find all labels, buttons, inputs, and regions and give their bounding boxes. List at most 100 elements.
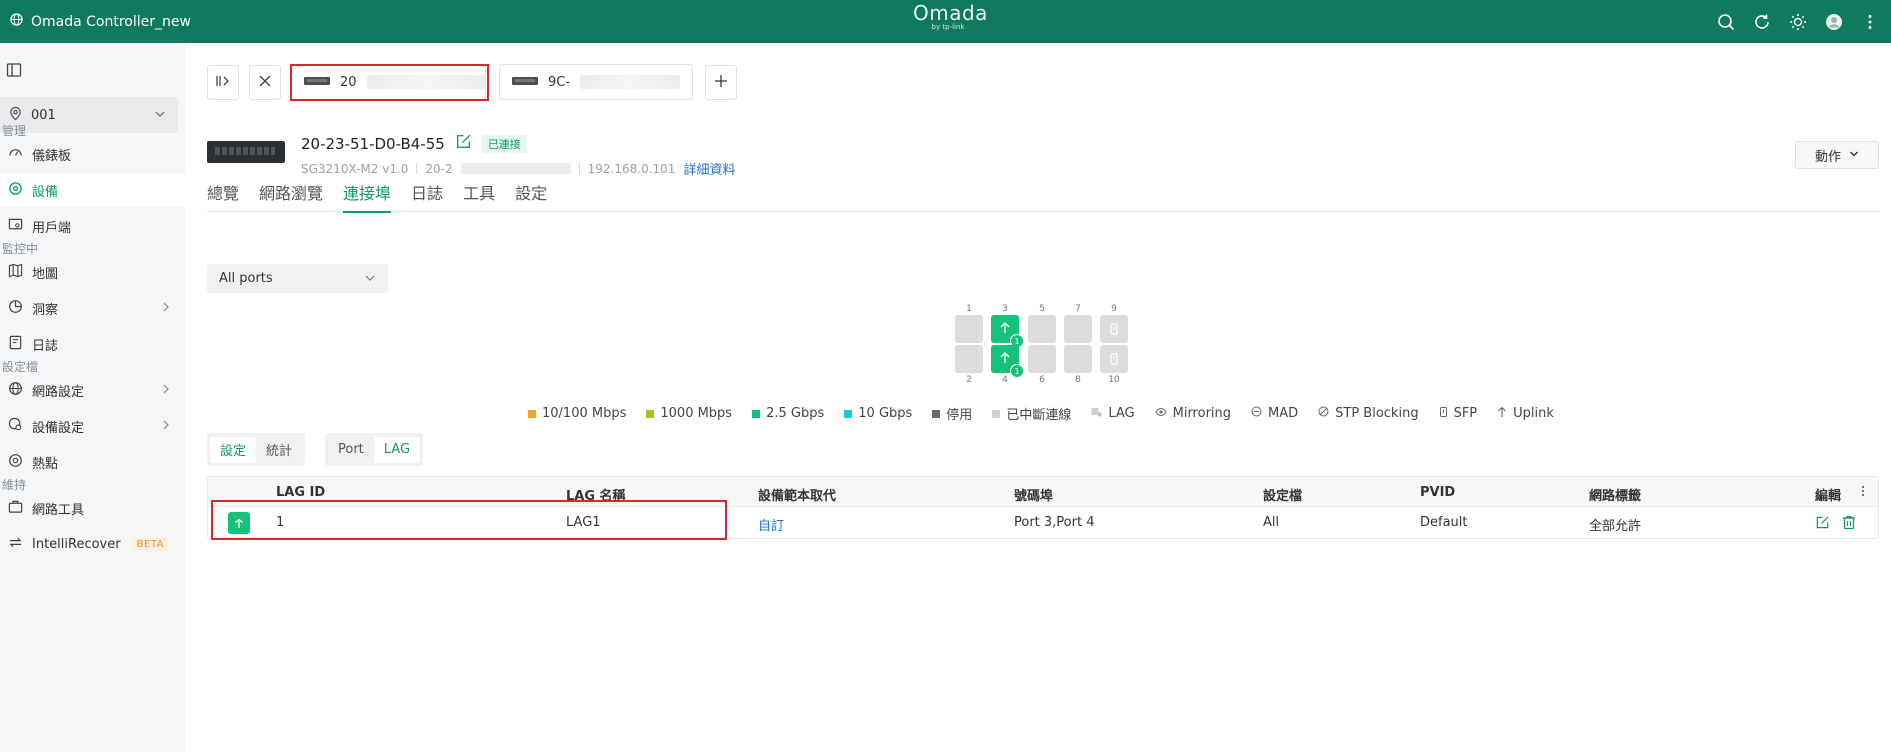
tab-tools[interactable]: 工具: [463, 172, 507, 212]
port-number: 8: [1075, 375, 1081, 385]
legend-item: 2.5 Gbps: [752, 406, 824, 421]
legend-item: 停用: [932, 404, 972, 423]
view-mode-toggle: 設定 統計: [207, 433, 306, 466]
sidebar-item-label: 用戶端: [32, 220, 72, 236]
close-tab-button[interactable]: [249, 65, 281, 100]
port-9[interactable]: [1100, 315, 1128, 343]
search-icon[interactable]: [1717, 13, 1735, 31]
sidebar-item-dashboard[interactable]: 儀錶板: [0, 137, 185, 171]
port-10[interactable]: [1100, 345, 1128, 373]
segment-port[interactable]: Port: [328, 437, 374, 463]
legend-item: 10/100 Mbps: [528, 406, 626, 421]
port-8[interactable]: [1064, 345, 1092, 373]
legend-item: 1000 Mbps: [646, 406, 732, 421]
expand-panel-button[interactable]: [207, 65, 239, 100]
legend-item: MAD: [1251, 406, 1298, 421]
column-header: LAG ID: [276, 485, 326, 500]
port-6[interactable]: [1028, 345, 1056, 373]
sidebar-item-device-settings[interactable]: 設備設定: [0, 409, 185, 443]
device-tab-2[interactable]: 9C-: [499, 64, 693, 100]
close-icon: [258, 74, 272, 92]
beta-badge: BETA: [131, 537, 169, 551]
port-number: 5: [1039, 304, 1045, 314]
segment-settings[interactable]: 設定: [210, 436, 257, 463]
legend-item: SFP: [1439, 406, 1477, 422]
port-7[interactable]: [1064, 315, 1092, 343]
delete-trash-icon[interactable]: [1842, 515, 1856, 534]
chevron-down-icon: [154, 108, 166, 124]
port-5[interactable]: [1028, 315, 1056, 343]
cell-network-tag: 全部允許: [1589, 519, 1642, 534]
sidebar-item-clients[interactable]: 用戶端: [0, 209, 185, 243]
redacted-text: [580, 75, 681, 89]
legend-item: STP Blocking: [1318, 406, 1419, 421]
sidebar-item-network-settings[interactable]: 網路設定: [0, 373, 185, 407]
sidebar-item-intellirecover[interactable]: IntelliRecover BETA: [0, 527, 185, 561]
map-icon: [8, 263, 23, 282]
pie-chart-icon: [8, 299, 23, 318]
site-name: 001: [31, 107, 56, 123]
tab-settings[interactable]: 設定: [515, 172, 559, 212]
legend-item: 已中斷連線: [992, 404, 1071, 423]
port-number: 1: [966, 304, 972, 314]
toolbox-icon: [8, 499, 23, 518]
port-number: 7: [1075, 304, 1081, 314]
cell-ports: Port 3,Port 4: [1014, 515, 1095, 530]
uplink-arrow-icon: [998, 321, 1012, 339]
port-2[interactable]: [955, 345, 983, 373]
sfp-icon: [1109, 322, 1119, 340]
add-tab-button[interactable]: [705, 65, 737, 100]
cell-template-link[interactable]: 自訂: [758, 515, 784, 534]
chevron-down-icon: [364, 272, 376, 288]
theme-sun-icon[interactable]: [1789, 13, 1807, 31]
sidebar-item-logs[interactable]: 日誌: [0, 327, 185, 361]
sfp-icon: [1109, 352, 1119, 370]
tab-logs[interactable]: 日誌: [411, 172, 455, 212]
site-selector[interactable]: 001: [0, 97, 178, 133]
app-title: Omada Controller_new: [31, 13, 191, 30]
sidebar-item-label: 網路工具: [32, 502, 85, 518]
port-filter-value: All ports: [219, 271, 273, 286]
edit-icon[interactable]: [1815, 515, 1830, 534]
chevron-right-icon: [161, 419, 171, 435]
port-number: 6: [1039, 375, 1045, 385]
port-1[interactable]: [955, 315, 983, 343]
port-3[interactable]: 1: [991, 315, 1024, 348]
segment-lag[interactable]: LAG: [373, 436, 421, 463]
log-document-icon: [8, 335, 23, 354]
more-vertical-icon[interactable]: [1861, 13, 1879, 31]
tab-overview[interactable]: 總覽: [207, 172, 251, 212]
lag-icon: [1091, 406, 1103, 421]
action-dropdown-button[interactable]: 動作: [1795, 141, 1879, 169]
port-lag-toggle: Port LAG: [325, 433, 424, 466]
highlight-box-row: [211, 500, 727, 540]
eye-icon: [1155, 406, 1167, 421]
tab-ports[interactable]: 連接埠: [343, 172, 403, 213]
port-number: 9: [1111, 304, 1117, 314]
column-header: 設備範本取代: [758, 489, 837, 504]
sidebar-item-map[interactable]: 地圖: [0, 255, 185, 289]
sidebar-collapse-icon[interactable]: [6, 62, 22, 78]
port-filter-select[interactable]: All ports: [207, 264, 388, 293]
sidebar-item-network-tools[interactable]: 網路工具: [0, 491, 185, 525]
port-number: 3: [1002, 304, 1008, 314]
column-header: PVID: [1420, 485, 1456, 500]
sidebar-item-devices[interactable]: 設備: [0, 173, 185, 207]
sidebar-item-insights[interactable]: 洞察: [0, 291, 185, 325]
app-title-area[interactable]: Omada Controller_new: [10, 0, 191, 43]
port-4[interactable]: 1: [991, 345, 1024, 378]
logo-main: Omada: [913, 1, 988, 25]
avatar-icon[interactable]: [1825, 13, 1843, 31]
edit-icon[interactable]: [455, 133, 472, 154]
tab-network-browse[interactable]: 網路瀏覽: [259, 172, 335, 212]
sidebar-item-label: 地圖: [32, 266, 59, 282]
cell-profile: All: [1263, 515, 1280, 530]
segment-statistics[interactable]: 統計: [256, 437, 302, 463]
port-number: 4: [1002, 375, 1008, 385]
sidebar-item-hotspot[interactable]: 熱點: [0, 445, 185, 479]
more-vertical-icon[interactable]: [1861, 485, 1865, 501]
sidebar-item-label: 日誌: [32, 338, 59, 354]
device-tabs: 總覽 網路瀏覽 連接埠 日誌 工具 設定: [207, 172, 1879, 213]
hotspot-icon: [8, 453, 23, 472]
refresh-icon[interactable]: [1753, 13, 1771, 31]
